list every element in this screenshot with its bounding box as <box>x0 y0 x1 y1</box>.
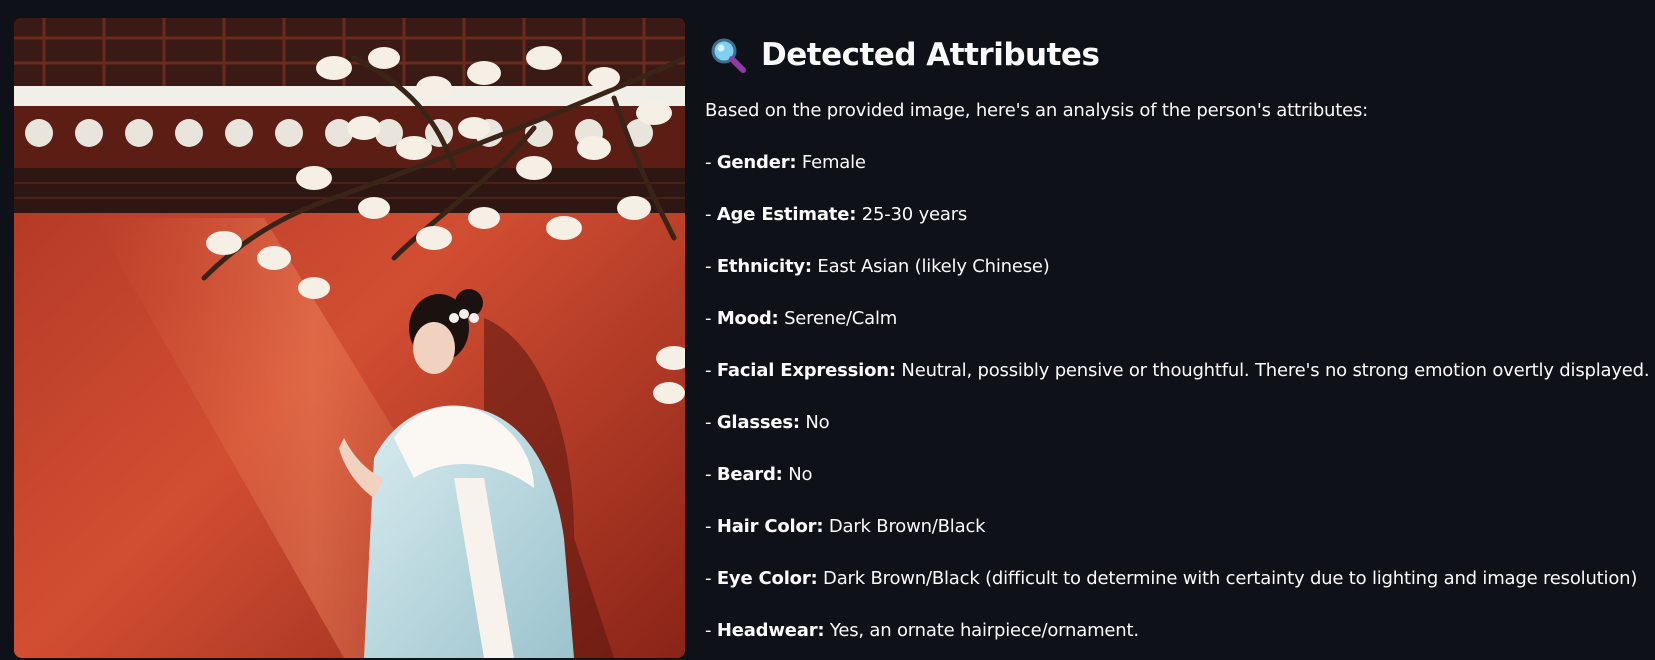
attribute-value: No <box>799 412 830 433</box>
attribute-row: - Glasses: No <box>705 410 1645 436</box>
attribute-value: Dark Brown/Black <box>823 516 986 537</box>
attribute-bullet: - <box>705 308 717 329</box>
attribute-row: - Eye Color: Dark Brown/Black (difficult… <box>705 566 1645 592</box>
section-title: Detected Attributes <box>761 37 1100 73</box>
attribute-row: - Headwear: Yes, an ornate hairpiece/orn… <box>705 618 1645 644</box>
magnifying-glass-icon <box>711 38 746 73</box>
analysis-intro: Based on the provided image, here's an a… <box>705 100 1369 121</box>
attribute-value: Dark Brown/Black (difficult to determine… <box>817 568 1638 589</box>
attribute-value: No <box>782 464 813 485</box>
attribute-row: - Age Estimate: 25-30 years <box>705 202 1645 228</box>
attribute-row: - Gender: Female <box>705 150 1645 176</box>
attribute-bullet: - <box>705 620 717 641</box>
attribute-bullet: - <box>705 204 717 225</box>
attribute-label: Hair Color: <box>716 516 824 537</box>
attribute-list: - Gender: Female - Age Estimate: 25-30 ye… <box>705 150 1650 644</box>
attribute-value: East Asian (likely Chinese) <box>811 256 1050 277</box>
attribute-bullet: - <box>705 516 717 537</box>
attribute-label: Gender: <box>716 152 797 173</box>
attribute-bullet: - <box>705 360 717 381</box>
attribute-label: Ethnicity: <box>716 256 812 277</box>
attribute-bullet: - <box>705 256 717 277</box>
attribute-row: - Beard: No <box>705 462 1645 488</box>
attribute-label: Beard: <box>716 464 783 485</box>
attribute-value: Serene/Calm <box>778 308 898 329</box>
uploaded-photo <box>14 18 685 658</box>
attribute-bullet: - <box>705 412 717 433</box>
attribute-row: - Hair Color: Dark Brown/Black <box>705 514 1645 540</box>
attribute-label: Glasses: <box>716 412 800 433</box>
attribute-bullet: - <box>705 464 717 485</box>
app-main: Detected Attributes Based on the provide… <box>0 0 1655 660</box>
attribute-row: - Mood: Serene/Calm <box>705 306 1645 332</box>
attribute-label: Eye Color: <box>716 568 818 589</box>
photo-illustration <box>14 18 685 658</box>
attribute-row: - Ethnicity: East Asian (likely Chinese) <box>705 254 1645 280</box>
attribute-label: Age Estimate: <box>716 204 857 225</box>
attribute-label: Facial Expression: <box>716 360 896 381</box>
attribute-value: Neutral, possibly pensive or thoughtful.… <box>895 360 1650 381</box>
attribute-value: 25-30 years <box>856 204 968 225</box>
attribute-bullet: - <box>705 152 717 173</box>
attribute-value: Female <box>796 152 866 173</box>
attribute-label: Headwear: <box>716 620 825 641</box>
attributes-panel: Detected Attributes Based on the provide… <box>705 30 1650 660</box>
attribute-value: Yes, an ornate hairpiece/ornament. <box>824 620 1139 641</box>
section-heading: Detected Attributes <box>709 30 1645 80</box>
attribute-bullet: - <box>705 568 717 589</box>
attribute-label: Mood: <box>716 308 779 329</box>
attribute-row: - Facial Expression: Neutral, possibly p… <box>705 358 1650 384</box>
